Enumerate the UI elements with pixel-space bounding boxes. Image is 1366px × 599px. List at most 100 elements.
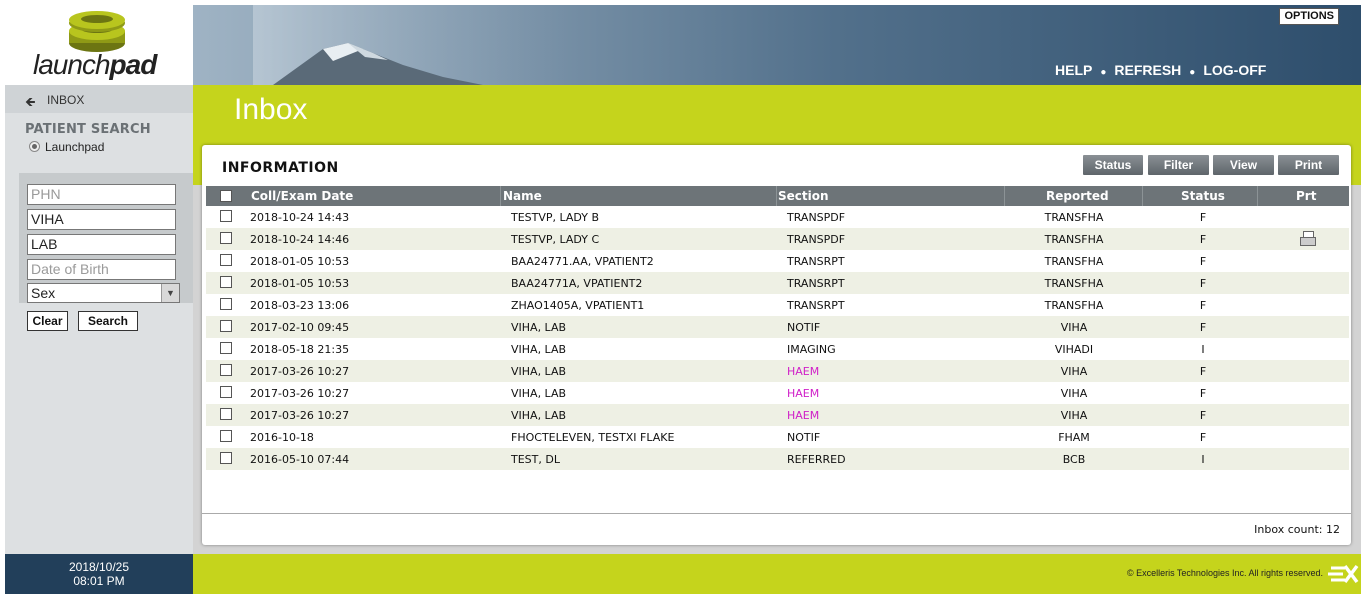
row-name: TEST, DL	[511, 453, 560, 466]
footer: © Excelleris Technologies Inc. All right…	[193, 554, 1361, 594]
row-checkbox[interactable]	[220, 408, 232, 420]
row-name: VIHA, LAB	[511, 409, 567, 422]
column-divider	[776, 186, 777, 206]
row-checkbox[interactable]	[220, 386, 232, 398]
back-to-inbox-label: INBOX	[47, 93, 85, 107]
row-name: VIHA, LAB	[511, 321, 567, 334]
table-row[interactable]: 2018-01-05 10:53 BAA24771A, VPATIENT2 TRAN…	[206, 272, 1349, 294]
row-checkbox[interactable]	[220, 342, 232, 354]
row-reported: TRANSFHA	[1044, 233, 1104, 246]
inbox-table-body: 2018-10-24 14:43 TESTVP, LADY B TRANSPDF TR…	[206, 206, 1349, 470]
dropdown-arrow-icon[interactable]: ▼	[161, 284, 179, 302]
table-row[interactable]: 2016-10-18 FHOCTELEVEN, TESTXI FLAKE NOTIF…	[206, 426, 1349, 448]
nav-separator: ●	[1100, 67, 1107, 78]
table-row[interactable]: 2017-03-26 10:27 VIHA, LAB HAEM VIHA F	[206, 404, 1349, 426]
clock-display: 2018/10/25 08:01 PM	[5, 554, 193, 594]
row-name: TESTVP, LADY B	[511, 211, 600, 224]
row-status: F	[1199, 365, 1207, 378]
row-date: 2018-10-24 14:43	[250, 211, 350, 224]
col-date-header[interactable]: Coll/Exam Date	[251, 189, 353, 203]
options-button[interactable]: OPTIONS	[1279, 8, 1339, 25]
row-reported: VIHADI	[1054, 343, 1094, 356]
printed-icon	[1300, 231, 1316, 249]
view-button[interactable]: View	[1213, 155, 1274, 175]
launchpad-wordmark: launchpad	[33, 49, 157, 80]
current-date: 2018/10/25	[68, 560, 130, 574]
launchpad-radio-label: Launchpad	[45, 140, 105, 154]
row-date: 2018-01-05 10:53	[250, 255, 350, 268]
first-name-input[interactable]: VIHA	[27, 209, 176, 230]
table-row[interactable]: 2018-03-23 13:06 ZHAO1405A, VPATIENT1 TRAN…	[206, 294, 1349, 316]
information-panel: INFORMATION Status Filter View Print Col…	[202, 145, 1351, 545]
row-checkbox[interactable]	[220, 276, 232, 288]
table-row[interactable]: 2018-10-24 14:43 TESTVP, LADY B TRANSPDF TR…	[206, 206, 1349, 228]
col-name-header[interactable]: Name	[503, 189, 542, 203]
col-status-header[interactable]: Status	[1181, 189, 1225, 203]
table-row[interactable]: 2016-05-10 07:44 TEST, DL REFERRED BCB I	[206, 448, 1349, 470]
phn-input[interactable]: PHN	[27, 184, 176, 205]
row-date: 2016-10-18	[250, 431, 314, 444]
last-name-input[interactable]: LAB	[27, 234, 176, 255]
print-button[interactable]: Print	[1278, 155, 1339, 175]
row-checkbox[interactable]	[220, 320, 232, 332]
status-button[interactable]: Status	[1083, 155, 1143, 175]
row-checkbox[interactable]	[220, 430, 232, 442]
search-button[interactable]: Search	[78, 311, 138, 331]
launchpad-radio[interactable]: Launchpad	[29, 140, 104, 154]
launchpad-logo-icon	[69, 11, 125, 52]
table-row[interactable]: 2017-02-10 09:45 VIHA, LAB NOTIF VIHA F	[206, 316, 1349, 338]
table-row[interactable]: 2018-01-05 10:53 BAA24771.AA, VPATIENT2 TR…	[206, 250, 1349, 272]
row-status: F	[1199, 211, 1207, 224]
sex-select-value: Sex	[31, 285, 56, 301]
row-checkbox[interactable]	[220, 364, 232, 376]
row-checkbox[interactable]	[220, 254, 232, 266]
sex-select[interactable]: Sex ▼	[27, 283, 180, 303]
col-reported-header[interactable]: Reported	[1046, 189, 1109, 203]
clear-button[interactable]: Clear	[27, 311, 68, 331]
row-section: NOTIF	[787, 321, 821, 334]
row-name: BAA24771A, VPATIENT2	[511, 277, 643, 290]
excelleris-logo-icon	[1328, 564, 1359, 584]
row-checkbox[interactable]	[220, 232, 232, 244]
row-date: 2018-03-23 13:06	[250, 299, 350, 312]
back-to-inbox-link[interactable]: 🡸 INBOX	[5, 85, 193, 113]
row-checkbox[interactable]	[220, 452, 232, 464]
inbox-count: Inbox count: 12	[1254, 523, 1340, 536]
row-checkbox[interactable]	[220, 210, 232, 222]
select-all-checkbox[interactable]	[220, 190, 232, 202]
row-status: F	[1199, 321, 1207, 334]
table-header: Coll/Exam Date Name Section Reported Sta…	[206, 186, 1349, 206]
log-off-link[interactable]: LOG-OFF	[1203, 62, 1266, 78]
date-of-birth-input[interactable]: Date of Birth	[27, 259, 176, 280]
column-divider	[1257, 186, 1258, 206]
row-reported: FHAM	[1058, 431, 1090, 444]
row-reported: TRANSFHA	[1044, 255, 1104, 268]
row-status: F	[1199, 255, 1207, 268]
col-prt-header[interactable]: Prt	[1296, 189, 1316, 203]
launchpad-logo[interactable]: launchpad	[5, 5, 193, 85]
patient-search-form: PHN VIHA LAB Date of Birth Sex ▼	[19, 173, 193, 303]
col-section-header[interactable]: Section	[778, 189, 829, 203]
row-name: VIHA, LAB	[511, 387, 567, 400]
row-date: 2018-05-18 21:35	[250, 343, 350, 356]
table-row[interactable]: 2018-10-24 14:46 TESTVP, LADY C TRANSPDF TR…	[206, 228, 1349, 250]
row-section: HAEM	[787, 409, 820, 422]
row-section: NOTIF	[787, 431, 821, 444]
help-link[interactable]: HELP	[1055, 62, 1092, 78]
table-row[interactable]: 2017-03-26 10:27 VIHA, LAB HAEM VIHA F	[206, 382, 1349, 404]
row-checkbox[interactable]	[220, 298, 232, 310]
row-section: TRANSRPT	[787, 299, 845, 312]
table-row[interactable]: 2018-05-18 21:35 VIHA, LAB IMAGING VIHADI I	[206, 338, 1349, 360]
row-section: HAEM	[787, 387, 820, 400]
table-bottom-rule	[202, 513, 1351, 514]
refresh-link[interactable]: REFRESH	[1114, 62, 1181, 78]
row-date: 2017-03-26 10:27	[250, 387, 350, 400]
row-name: ZHAO1405A, VPATIENT1	[511, 299, 645, 312]
filter-button[interactable]: Filter	[1148, 155, 1209, 175]
row-reported: BCB	[1062, 453, 1086, 466]
row-status: F	[1199, 387, 1207, 400]
row-reported: VIHA	[1060, 321, 1088, 334]
table-row[interactable]: 2017-03-26 10:27 VIHA, LAB HAEM VIHA F	[206, 360, 1349, 382]
row-name: TESTVP, LADY C	[511, 233, 600, 246]
row-date: 2017-03-26 10:27	[250, 409, 350, 422]
